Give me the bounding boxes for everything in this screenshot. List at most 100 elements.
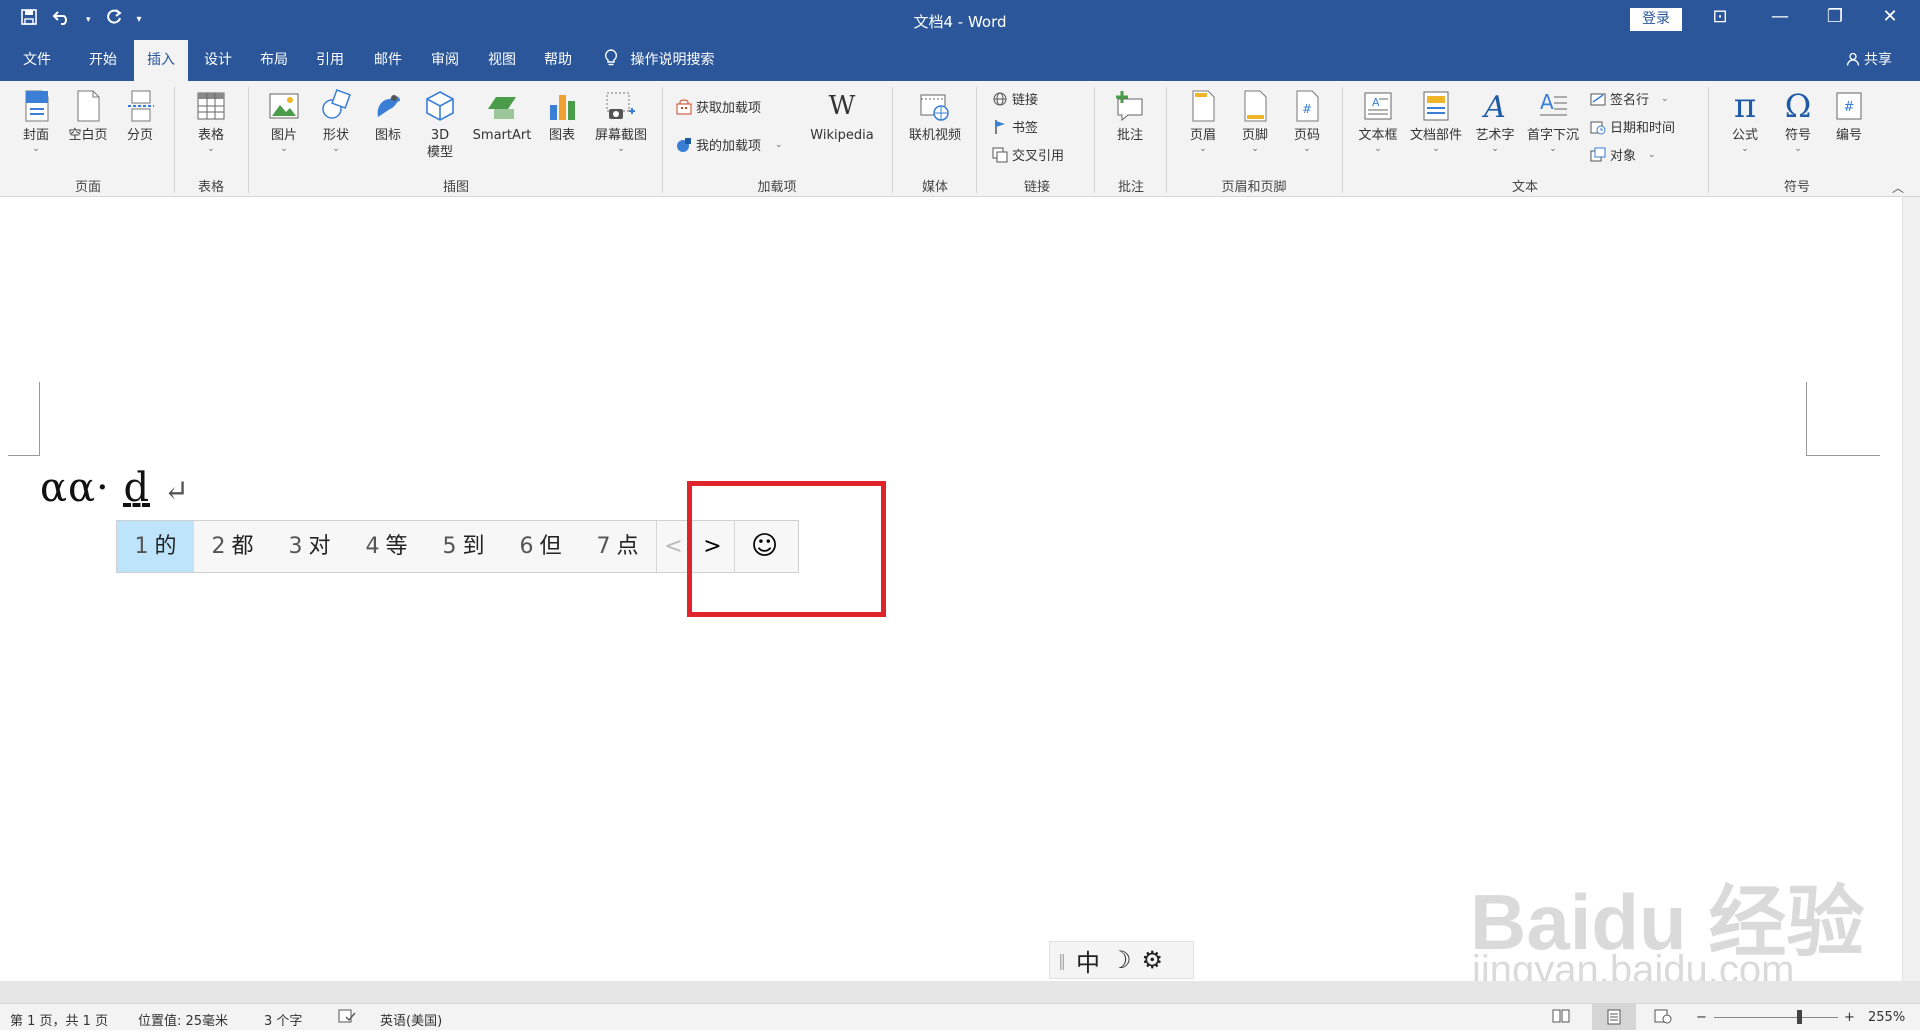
object-button[interactable]: 对象 ⌄ — [1590, 145, 1656, 164]
candidate-item[interactable]: 2都 — [194, 521, 271, 572]
ime-mode-toggle[interactable]: 中 — [1076, 943, 1100, 978]
object-dropdown-icon[interactable]: ⌄ — [1648, 150, 1656, 160]
restore-icon[interactable]: ❐ — [1815, 6, 1855, 27]
tab-references[interactable]: 引用 — [302, 40, 358, 81]
group-label-header-footer: 页眉和页脚 — [1221, 180, 1287, 195]
candidate-item[interactable]: 3对 — [271, 521, 348, 572]
link-button[interactable]: 链接 — [992, 89, 1038, 108]
vertical-scrollbar[interactable] — [1902, 197, 1920, 981]
page-number-button[interactable]: # 页码 ⌄ — [1286, 89, 1328, 154]
cover-page-button[interactable]: 封面 ⌄ — [16, 89, 56, 154]
new-comment-button[interactable]: 批注 — [1106, 89, 1154, 144]
page-break-button[interactable]: 分页 — [118, 89, 162, 144]
group-label-comments: 批注 — [1117, 180, 1144, 195]
word-count[interactable]: 3 个字 — [264, 1010, 302, 1029]
pi-icon: π — [1733, 86, 1757, 126]
date-time-button[interactable]: 日期和时间 — [1590, 117, 1675, 136]
my-addins-button[interactable]: 我的加载项 ⌄ — [676, 135, 783, 154]
quick-parts-button[interactable]: 文档部件 ⌄ — [1406, 89, 1466, 154]
group-label-pages: 页面 — [74, 180, 101, 195]
screenshot-icon — [606, 92, 635, 119]
signature-dropdown-icon[interactable]: ⌄ — [1661, 94, 1669, 104]
text-box-icon: A — [1364, 92, 1392, 120]
comment-icon — [1116, 91, 1143, 122]
zoom-slider[interactable] — [1714, 1017, 1838, 1018]
group-separator — [892, 87, 893, 193]
footer-button[interactable]: 页脚 ⌄ — [1234, 89, 1276, 154]
web-layout-icon[interactable] — [1654, 1008, 1672, 1028]
smartart-button[interactable]: SmartArt — [468, 89, 536, 144]
signature-line-button[interactable]: 签名行 ⌄ — [1590, 89, 1669, 108]
quick-parts-icon — [1423, 91, 1449, 121]
print-layout-icon[interactable] — [1592, 1004, 1636, 1030]
tab-view[interactable]: 视图 — [474, 40, 530, 81]
tab-mailings[interactable]: 邮件 — [360, 40, 416, 81]
prev-page-icon[interactable]: < — [656, 521, 690, 572]
zoom-slider-thumb[interactable] — [1797, 1010, 1802, 1024]
position-value[interactable]: 位置值: 25毫米 — [138, 1010, 228, 1029]
shapes-icon — [322, 89, 351, 119]
ime-status-bar: ‖ 中 ☽ ⚙ — [1049, 941, 1194, 979]
header-button[interactable]: 页眉 ⌄ — [1182, 89, 1224, 154]
text-box-button[interactable]: A 文本框 ⌄ — [1354, 89, 1402, 154]
close-icon[interactable]: ✕ — [1870, 6, 1910, 27]
wikipedia-button[interactable]: W Wikipedia — [804, 89, 880, 144]
gear-icon[interactable]: ⚙ — [1142, 946, 1164, 974]
screenshot-button[interactable]: 屏幕截图 ⌄ — [588, 89, 654, 154]
tab-home[interactable]: 开始 — [72, 40, 134, 81]
cross-reference-button[interactable]: 交叉引用 — [992, 145, 1064, 164]
tab-file[interactable]: 文件 — [8, 40, 66, 81]
table-icon — [197, 92, 225, 120]
group-separator — [976, 87, 977, 193]
tab-review[interactable]: 审阅 — [416, 40, 474, 81]
icons-button[interactable]: 图标 — [366, 89, 410, 144]
login-button[interactable]: 登录 — [1630, 8, 1682, 31]
group-label-symbols: 符号 — [1783, 180, 1810, 195]
zoom-level[interactable]: 255% — [1868, 1010, 1905, 1025]
get-addins-button[interactable]: 获取加载项 — [676, 97, 761, 116]
tab-design[interactable]: 设计 — [190, 40, 246, 81]
group-separator — [1342, 87, 1343, 193]
online-video-icon — [920, 94, 949, 121]
bookmark-button[interactable]: 书签 — [992, 117, 1038, 136]
shapes-button[interactable]: 形状 ⌄ — [314, 89, 358, 154]
zoom-in-button[interactable]: + — [1844, 1010, 1855, 1025]
wordart-button[interactable]: A 艺术字 ⌄ — [1470, 89, 1520, 154]
language[interactable]: 英语(美国) — [380, 1010, 442, 1029]
candidate-item[interactable]: 1的 — [117, 521, 194, 572]
ribbon-display-options-icon[interactable]: ⊡ — [1700, 6, 1740, 27]
collapse-ribbon-icon[interactable]: ︿ — [1892, 179, 1904, 196]
candidate-item[interactable]: 6但 — [502, 521, 579, 572]
chart-button[interactable]: 图表 — [542, 89, 582, 144]
blank-page-button[interactable]: 空白页 — [64, 89, 112, 144]
footer-icon — [1244, 90, 1267, 122]
equation-button[interactable]: π 公式 ⌄ — [1720, 89, 1770, 154]
candidate-item[interactable]: 4等 — [348, 521, 425, 572]
table-button[interactable]: 表格 ⌄ — [188, 89, 234, 154]
candidate-item[interactable]: 5到 — [425, 521, 502, 572]
proofing-icon[interactable] — [338, 1008, 356, 1028]
page-count[interactable]: 第 1 页，共 1 页 — [10, 1010, 108, 1029]
candidate-item[interactable]: 7点 — [579, 521, 656, 572]
minimize-icon[interactable]: — — [1760, 6, 1800, 27]
drop-cap-button[interactable]: A 首字下沉 ⌄ — [1522, 89, 1584, 154]
cover-page-icon — [25, 90, 49, 122]
document-text[interactable]: αα· d ↵ — [40, 465, 190, 511]
tell-me-search[interactable]: 操作说明搜索 — [604, 40, 734, 81]
read-mode-icon[interactable] — [1552, 1008, 1570, 1028]
tab-insert[interactable]: 插入 — [134, 40, 188, 81]
my-addins-dropdown-icon[interactable]: ⌄ — [775, 140, 783, 150]
tab-help[interactable]: 帮助 — [530, 40, 586, 81]
share-button[interactable]: 共享 — [1846, 40, 1892, 81]
number-button[interactable]: # 编号 — [1826, 89, 1872, 144]
pictures-button[interactable]: 图片 ⌄ — [262, 89, 306, 154]
online-video-button[interactable]: 联机视频 — [902, 89, 968, 144]
group-separator — [1094, 87, 1095, 193]
moon-icon[interactable]: ☽ — [1110, 946, 1132, 974]
zoom-out-button[interactable]: − — [1696, 1010, 1707, 1025]
3d-models-button[interactable]: 3D 模型 — [416, 89, 464, 161]
title-bar: ▾ ▾ 文档4 - Word 登录 ⊡ — ❐ ✕ — [0, 0, 1920, 40]
symbol-button[interactable]: Ω 符号 ⌄ — [1772, 89, 1824, 154]
tab-layout[interactable]: 布局 — [246, 40, 302, 81]
drag-handle-icon[interactable]: ‖ — [1058, 951, 1066, 970]
